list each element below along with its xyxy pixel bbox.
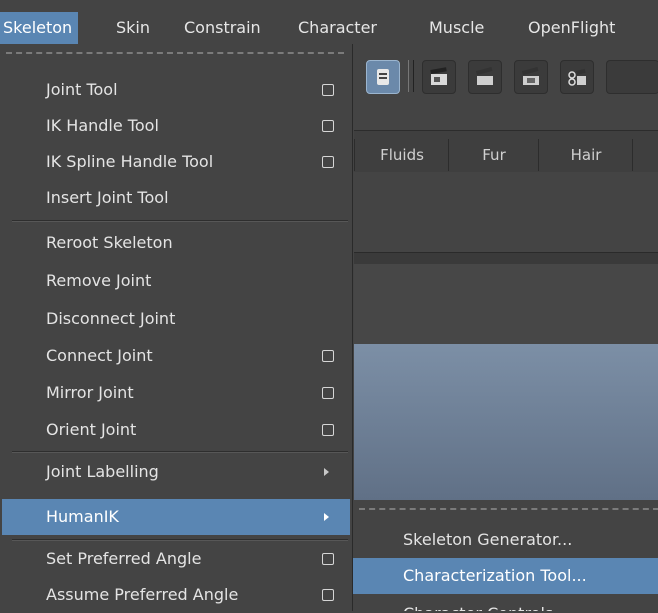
submenu-item-label: Characterization Tool... bbox=[403, 566, 587, 585]
option-box-icon[interactable] bbox=[322, 156, 334, 168]
menu-skin[interactable]: Skin bbox=[116, 18, 150, 38]
shelf-toolbar bbox=[354, 50, 658, 120]
menu-item-joint-labelling[interactable]: Joint Labelling bbox=[10, 454, 348, 490]
shelf-menu-icon bbox=[377, 69, 389, 85]
option-box-icon[interactable] bbox=[322, 589, 334, 601]
menu-openflight[interactable]: OpenFlight bbox=[528, 18, 615, 38]
menu-item-remove-joint[interactable]: Remove Joint bbox=[10, 263, 348, 299]
submenu-item-label: Skeleton Generator... bbox=[403, 530, 573, 549]
ik-clapper-button[interactable] bbox=[514, 60, 548, 94]
menu-item-label: HumanIK bbox=[46, 507, 119, 526]
option-box-icon[interactable] bbox=[322, 350, 334, 362]
menu-separator bbox=[12, 220, 348, 222]
menu-separator bbox=[12, 451, 348, 453]
menu-item-label: Joint Labelling bbox=[46, 462, 159, 481]
option-box-icon[interactable] bbox=[322, 424, 334, 436]
submenu-item-label: Character Controls bbox=[403, 598, 553, 611]
menu-item-reroot-skeleton[interactable]: Reroot Skeleton bbox=[10, 225, 348, 261]
menu-item-label: Orient Joint bbox=[46, 420, 137, 439]
menu-bar: Skeleton Skin Constrain Character Muscle… bbox=[0, 0, 658, 44]
menu-muscle[interactable]: Muscle bbox=[429, 18, 484, 38]
submenu-tearoff[interactable] bbox=[359, 508, 658, 510]
clapper-button-2[interactable] bbox=[468, 60, 502, 94]
clapper-button-5[interactable] bbox=[606, 60, 658, 94]
menu-item-label: IK Handle Tool bbox=[46, 116, 159, 135]
menu-item-label: Assume Preferred Angle bbox=[46, 585, 239, 604]
joint-clapperboard-icon bbox=[568, 68, 586, 86]
shelf-menu-button[interactable] bbox=[366, 60, 400, 94]
menu-item-label: Reroot Skeleton bbox=[46, 233, 173, 252]
option-box-icon[interactable] bbox=[322, 387, 334, 399]
menu-item-label: Mirror Joint bbox=[46, 383, 134, 402]
tab-hair[interactable]: Hair bbox=[538, 139, 633, 171]
menu-item-label: Disconnect Joint bbox=[46, 309, 176, 328]
menu-item-mirror-joint[interactable]: Mirror Joint bbox=[10, 375, 348, 411]
viewport[interactable] bbox=[354, 344, 658, 501]
option-box-icon[interactable] bbox=[322, 120, 334, 132]
option-box-icon[interactable] bbox=[322, 84, 334, 96]
menu-item-humanik[interactable]: HumanIK bbox=[2, 499, 350, 535]
tab-partial[interactable] bbox=[632, 139, 658, 171]
menu-item-disconnect-joint[interactable]: Disconnect Joint bbox=[10, 301, 348, 337]
menu-item-label: Joint Tool bbox=[46, 80, 118, 99]
clapperboard-icon bbox=[430, 67, 447, 85]
submenu-arrow-icon bbox=[324, 468, 329, 476]
menu-item-insert-joint-tool[interactable]: Insert Joint Tool bbox=[10, 180, 348, 216]
submenu-arrow-icon bbox=[324, 513, 329, 521]
joint-clapper-button[interactable] bbox=[560, 60, 594, 94]
humanik-submenu: Skeleton Generator... Characterization T… bbox=[352, 500, 658, 611]
submenu-item-skeleton-generator[interactable]: Skeleton Generator... bbox=[353, 522, 658, 558]
menu-item-orient-joint[interactable]: Orient Joint bbox=[10, 412, 348, 448]
menu-item-ik-handle-tool[interactable]: IK Handle Tool bbox=[10, 108, 348, 144]
submenu-item-character-controls[interactable]: Character Controls bbox=[353, 598, 658, 611]
menu-item-label: Connect Joint bbox=[46, 346, 153, 365]
menu-item-joint-tool[interactable]: Joint Tool bbox=[10, 72, 348, 108]
menu-item-label: Remove Joint bbox=[46, 271, 152, 290]
panel-toolbar bbox=[354, 264, 658, 344]
menu-item-set-preferred-angle[interactable]: Set Preferred Angle bbox=[10, 541, 348, 577]
menu-item-label: IK Spline Handle Tool bbox=[46, 152, 214, 171]
menu-item-label: Insert Joint Tool bbox=[46, 188, 169, 207]
menu-skeleton[interactable]: Skeleton bbox=[0, 12, 79, 44]
skeleton-menu: Joint Tool IK Handle Tool IK Spline Hand… bbox=[0, 44, 353, 611]
tab-fur[interactable]: Fur bbox=[448, 139, 539, 171]
menu-item-label: Set Preferred Angle bbox=[46, 549, 202, 568]
menu-item-assume-preferred-angle[interactable]: Assume Preferred Angle bbox=[10, 577, 348, 613]
toolbar-separator bbox=[408, 60, 414, 92]
submenu-item-characterization-tool[interactable]: Characterization Tool... bbox=[353, 558, 658, 594]
clapperboard-icon bbox=[475, 67, 493, 85]
clapper-button-1[interactable] bbox=[422, 60, 456, 94]
menu-item-connect-joint[interactable]: Connect Joint bbox=[10, 338, 348, 374]
ik-clapperboard-icon bbox=[521, 67, 539, 85]
menu-item-ik-spline-handle-tool[interactable]: IK Spline Handle Tool bbox=[10, 144, 348, 180]
option-box-icon[interactable] bbox=[322, 553, 334, 565]
menu-constrain[interactable]: Constrain bbox=[184, 18, 261, 38]
menu-character[interactable]: Character bbox=[298, 18, 377, 38]
shelf-tabs: Fluids Fur Hair bbox=[354, 130, 658, 174]
shelf-content bbox=[354, 172, 658, 252]
tab-fluids[interactable]: Fluids bbox=[354, 139, 449, 171]
menu-tearoff[interactable] bbox=[6, 52, 344, 54]
